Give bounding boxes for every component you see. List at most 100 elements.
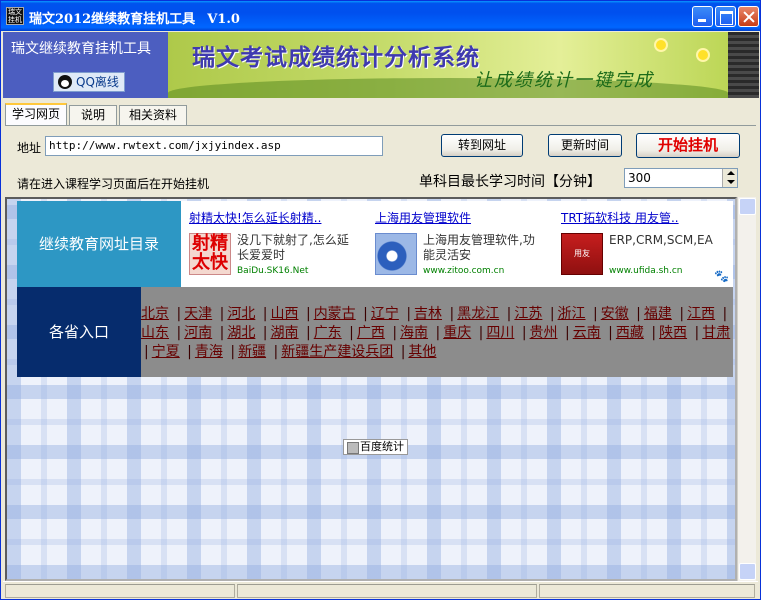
province-link[interactable]: 新疆: [238, 344, 266, 360]
tab-study-page[interactable]: 学习网页: [5, 103, 67, 125]
ad-item[interactable]: TRT拓软科技 用友管.. 用友 ERP,CRM,SCM,EA www.ufid…: [561, 209, 735, 276]
province-link[interactable]: 贵州: [530, 325, 558, 341]
max-time-label: 单科目最长学习时间【分钟】: [419, 174, 601, 190]
province-link[interactable]: 吉林: [414, 306, 442, 322]
ad-title[interactable]: 射精太快!怎么延长射精..: [189, 209, 369, 226]
province-separator: |: [392, 325, 398, 341]
province-link[interactable]: 安徽: [601, 306, 629, 322]
ad-url[interactable]: www.zitoo.com.cn: [423, 266, 504, 276]
ad-image[interactable]: 用友: [561, 233, 603, 275]
province-link[interactable]: 江西: [687, 306, 715, 322]
province-link[interactable]: 内蒙古: [314, 306, 356, 322]
province-link[interactable]: 河北: [227, 306, 255, 322]
province-link[interactable]: 山东: [141, 325, 169, 341]
province-link[interactable]: 北京: [141, 306, 169, 322]
scroll-down-arrow-icon[interactable]: [739, 563, 756, 580]
app-icon: 瑞文挂机: [6, 7, 24, 25]
province-link[interactable]: 湖南: [271, 325, 299, 341]
province-separator: |: [506, 306, 512, 322]
province-link[interactable]: 宁夏: [152, 344, 180, 360]
province-link[interactable]: 江苏: [514, 306, 542, 322]
province-separator: |: [262, 325, 268, 341]
ad-title[interactable]: TRT拓软科技 用友管..: [561, 209, 735, 226]
province-separator: |: [273, 344, 279, 360]
title-bar[interactable]: 瑞文挂机 瑞文2012继续教育挂机工具 V1.0: [1, 1, 760, 31]
spin-arrows-icon[interactable]: [722, 169, 737, 187]
province-separator: |: [187, 344, 192, 360]
province-link[interactable]: 四川: [486, 325, 514, 341]
province-separator: |: [435, 325, 441, 341]
province-link[interactable]: 辽宁: [371, 306, 399, 322]
ad-image[interactable]: 射精太快: [189, 233, 231, 275]
paw-icon[interactable]: 🐾: [714, 269, 729, 283]
status-cell: [5, 584, 235, 598]
tab-related-materials[interactable]: 相关资料: [119, 105, 187, 125]
provinces-label: 各省入口: [17, 287, 141, 377]
province-link[interactable]: 云南: [573, 325, 601, 341]
province-link[interactable]: 广西: [357, 325, 385, 341]
ad-banner[interactable]: 瑞文考试成绩统计分析系统 让成绩统计一键完成: [168, 32, 728, 98]
province-link[interactable]: 河南: [184, 325, 212, 341]
directory-title: 继续教育网址目录: [17, 201, 181, 287]
province-separator: |: [144, 344, 149, 360]
max-time-stepper[interactable]: 300: [624, 168, 738, 188]
province-separator: |: [349, 325, 354, 341]
province-link[interactable]: 青海: [195, 344, 223, 360]
ad-url[interactable]: www.ufida.sh.cn: [609, 266, 683, 276]
province-separator: |: [636, 306, 641, 322]
province-separator: |: [176, 306, 182, 322]
start-idle-button[interactable]: 开始挂机: [636, 133, 740, 158]
status-bar: [3, 581, 758, 599]
ad-title[interactable]: 上海用友管理软件: [375, 209, 555, 226]
province-separator: |: [593, 306, 598, 322]
address-label: 地址: [17, 141, 42, 155]
province-link[interactable]: 重庆: [443, 325, 471, 341]
province-separator: |: [406, 306, 412, 322]
ad-url[interactable]: BaiDu.SK16.Net: [237, 266, 308, 276]
tab-instructions[interactable]: 说明: [69, 105, 117, 125]
province-link[interactable]: 陕西: [659, 325, 687, 341]
province-link[interactable]: 福建: [644, 306, 672, 322]
province-link[interactable]: 黑龙江: [457, 306, 499, 322]
province-separator: |: [478, 325, 484, 341]
update-time-button[interactable]: 更新时间: [548, 134, 622, 157]
maximize-button[interactable]: [715, 6, 736, 27]
province-link[interactable]: 其他: [408, 344, 436, 360]
app-window: 瑞文挂机 瑞文2012继续教育挂机工具 V1.0 瑞文继续教育挂机工具 QQ离线 …: [0, 0, 761, 600]
vertical-scrollbar[interactable]: [737, 197, 756, 581]
province-separator: |: [694, 325, 700, 341]
province-separator: |: [305, 306, 311, 322]
ad-item[interactable]: 上海用友管理软件 上海用友管理软件,功能灵活安 www.zitoo.com.cn: [375, 209, 555, 276]
province-link[interactable]: 海南: [400, 325, 428, 341]
province-separator: |: [230, 344, 236, 360]
province-link[interactable]: 广东: [314, 325, 342, 341]
province-separator: |: [651, 325, 657, 341]
ad-description: 上海用友管理软件,功能灵活安: [423, 233, 535, 262]
province-link[interactable]: 湖北: [227, 325, 255, 341]
province-link[interactable]: 山西: [271, 306, 299, 322]
window-title: 瑞文2012继续教育挂机工具 V1.0: [29, 8, 240, 27]
province-link[interactable]: 新疆生产建设兵团: [281, 344, 393, 360]
hint-text: 请在进入课程学习页面后在开始挂机: [17, 177, 210, 191]
window-title-text: 瑞文2012继续教育挂机工具: [29, 12, 196, 27]
qq-status-button[interactable]: QQ离线: [53, 72, 125, 92]
scroll-up-arrow-icon[interactable]: [739, 198, 756, 215]
province-separator: |: [305, 325, 311, 341]
baidu-stats-badge[interactable]: 百度统计: [343, 439, 408, 455]
web-browser-pane[interactable]: 继续教育网址目录 射精太快!怎么延长射精.. 射精太快 没几下就射了,怎么延长爱…: [5, 197, 737, 581]
province-separator: |: [608, 325, 613, 341]
province-link[interactable]: 天津: [184, 306, 212, 322]
province-separator: |: [219, 306, 225, 322]
minimize-button[interactable]: [692, 6, 713, 27]
province-separator: |: [521, 325, 527, 341]
province-link[interactable]: 浙江: [558, 306, 586, 322]
close-button[interactable]: [738, 6, 759, 27]
address-input[interactable]: http://www.rwtext.com/jxjyindex.asp: [45, 136, 383, 156]
software-box-icon[interactable]: [375, 233, 417, 275]
ad-item[interactable]: 射精太快!怎么延长射精.. 射精太快 没几下就射了,怎么延长爱爱时 BaiDu.…: [189, 209, 369, 276]
goto-url-button[interactable]: 转到网址: [441, 134, 523, 157]
tab-panel: 地址 http://www.rwtext.com/jxjyindex.asp 转…: [5, 125, 756, 197]
province-separator: |: [176, 325, 182, 341]
province-link[interactable]: 甘肃: [702, 325, 730, 341]
province-link[interactable]: 西藏: [616, 325, 644, 341]
